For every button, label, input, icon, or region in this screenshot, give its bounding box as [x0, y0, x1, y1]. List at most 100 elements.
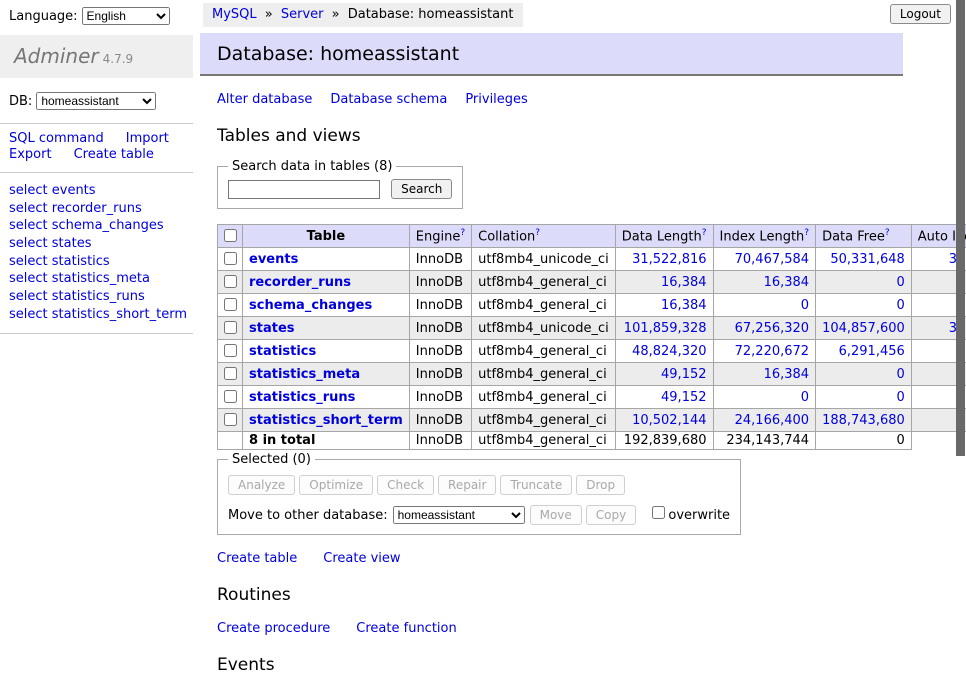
database-schema-link[interactable]: Database schema	[330, 92, 447, 107]
sidebar-action-export[interactable]: Export	[9, 147, 52, 162]
cell-engine: InnoDB	[409, 271, 471, 294]
optimize-button[interactable]: Optimize	[299, 475, 373, 495]
table-name-link-statistics[interactable]: statistics	[249, 344, 316, 359]
search-input[interactable]	[228, 180, 380, 199]
truncate-button[interactable]: Truncate	[500, 475, 572, 495]
sidebar-item-events[interactable]: select events	[9, 182, 193, 200]
cell-data-free-link[interactable]: 0	[897, 367, 905, 382]
repair-button[interactable]: Repair	[438, 475, 496, 495]
move-label: Move to other database:	[228, 508, 388, 523]
sidebar-item-statistics_short_term[interactable]: select statistics_short_term	[9, 306, 193, 324]
cell-data-length-link[interactable]: 101,859,328	[624, 321, 707, 336]
table-name-link-statistics_runs[interactable]: statistics_runs	[249, 390, 355, 405]
sidebar-item-schema_changes[interactable]: select schema_changes	[9, 217, 193, 235]
cell-data-length-link[interactable]: 49,152	[661, 367, 707, 382]
move-button[interactable]: Move	[530, 505, 582, 525]
cell-collation: utf8mb4_general_ci	[472, 363, 616, 386]
row-checkbox-statistics_short_term[interactable]	[224, 413, 237, 426]
sidebar-item-states[interactable]: select states	[9, 235, 193, 253]
table-row: schema_changesInnoDButf8mb4_general_ci16…	[218, 294, 966, 317]
overwrite-checkbox[interactable]	[652, 506, 665, 519]
cell-data-length-link[interactable]: 31,522,816	[632, 252, 706, 267]
analyze-button[interactable]: Analyze	[228, 475, 295, 495]
search-button[interactable]: Search	[391, 179, 452, 199]
table-name-link-recorder_runs[interactable]: recorder_runs	[249, 275, 351, 290]
cell-engine: InnoDB	[409, 294, 471, 317]
app-name[interactable]: Adminer	[14, 44, 99, 68]
table-name-link-statistics_meta[interactable]: statistics_meta	[249, 367, 360, 382]
table-name-link-statistics_short_term[interactable]: statistics_short_term	[249, 413, 403, 428]
cell-data-free-link[interactable]: 50,331,648	[830, 252, 904, 267]
search-fieldset: Search data in tables (8) Search	[217, 159, 463, 209]
privileges-link[interactable]: Privileges	[465, 92, 528, 107]
cell-data-length-link[interactable]: 49,152	[661, 390, 707, 405]
table-name-link-schema_changes[interactable]: schema_changes	[249, 298, 372, 313]
cell-data-free-link[interactable]: 0	[897, 390, 905, 405]
sidebar-item-statistics_meta[interactable]: select statistics_meta	[9, 270, 193, 288]
scrollbar-thumb[interactable]	[956, 0, 965, 456]
column-header-table: Table	[243, 225, 410, 248]
help-icon[interactable]: ?	[535, 228, 540, 238]
cell-data-length-link[interactable]: 48,824,320	[632, 344, 706, 359]
move-db-select[interactable]: homeassistant	[393, 506, 525, 524]
help-icon[interactable]: ?	[460, 228, 465, 238]
create-table-link[interactable]: Create table	[217, 551, 297, 566]
sidebar: Language:English Adminer4.7.9 DB:homeass…	[0, 0, 193, 334]
copy-button[interactable]: Copy	[586, 505, 636, 525]
cell-index-length-link[interactable]: 67,256,320	[735, 321, 809, 336]
create-function-link[interactable]: Create function	[356, 621, 456, 636]
row-checkbox-statistics_runs[interactable]	[224, 390, 237, 403]
breadcrumb-item-mysql[interactable]: MySQL	[212, 7, 257, 22]
overwrite-option: overwrite	[648, 508, 730, 523]
row-checkbox-events[interactable]	[224, 252, 237, 265]
cell-index-length-link[interactable]: 70,467,584	[735, 252, 809, 267]
row-checkbox-states[interactable]	[224, 321, 237, 334]
language-label: Language:	[9, 9, 78, 24]
cell-index-length-link[interactable]: 0	[801, 390, 809, 405]
cell-data-free-link[interactable]: 188,743,680	[822, 413, 905, 428]
cell-engine: InnoDB	[409, 363, 471, 386]
table-row: statistics_runsInnoDButf8mb4_general_ci4…	[218, 386, 966, 409]
table-name-link-states[interactable]: states	[249, 321, 295, 336]
breadcrumb-separator: »	[261, 7, 277, 22]
row-checkbox-statistics[interactable]	[224, 344, 237, 357]
row-checkbox-recorder_runs[interactable]	[224, 275, 237, 288]
cell-data-free-link[interactable]: 6,291,456	[839, 344, 905, 359]
sidebar-item-statistics_runs[interactable]: select statistics_runs	[9, 288, 193, 306]
table-name-link-events[interactable]: events	[249, 252, 298, 267]
row-checkbox-schema_changes[interactable]	[224, 298, 237, 311]
help-icon[interactable]: ?	[885, 228, 890, 238]
create-procedure-link[interactable]: Create procedure	[217, 621, 330, 636]
cell-index-length-link[interactable]: 16,384	[764, 367, 810, 382]
check-button[interactable]: Check	[377, 475, 434, 495]
cell-data-free-link[interactable]: 0	[897, 275, 905, 290]
breadcrumb-item-server[interactable]: Server	[281, 7, 324, 22]
select-all-checkbox[interactable]	[224, 229, 237, 242]
help-icon[interactable]: ?	[702, 228, 707, 238]
sidebar-action-create-table[interactable]: Create table	[74, 147, 154, 162]
cell-index-length-link[interactable]: 72,220,672	[735, 344, 809, 359]
column-header-index-length: Index Length?	[713, 225, 816, 248]
sidebar-item-statistics[interactable]: select statistics	[9, 253, 193, 271]
cell-data-free-link[interactable]: 0	[897, 298, 905, 313]
alter-database-link[interactable]: Alter database	[217, 92, 312, 107]
total-engine: InnoDB	[409, 432, 471, 450]
cell-index-length-link[interactable]: 0	[801, 298, 809, 313]
cell-data-length-link[interactable]: 16,384	[661, 275, 707, 290]
help-icon[interactable]: ?	[804, 228, 809, 238]
row-checkbox-statistics_meta[interactable]	[224, 367, 237, 380]
app-logo: Adminer4.7.9	[0, 35, 193, 78]
cell-data-length-link[interactable]: 10,502,144	[632, 413, 706, 428]
vertical-scrollbar[interactable]	[956, 0, 965, 543]
db-select[interactable]: homeassistant	[36, 92, 156, 110]
sidebar-action-sql-command[interactable]: SQL command	[9, 131, 104, 146]
cell-data-free-link[interactable]: 104,857,600	[822, 321, 905, 336]
language-select[interactable]: English	[82, 7, 170, 25]
cell-index-length-link[interactable]: 24,166,400	[735, 413, 809, 428]
cell-data-length-link[interactable]: 16,384	[661, 298, 707, 313]
cell-index-length-link[interactable]: 16,384	[764, 275, 810, 290]
create-view-link[interactable]: Create view	[323, 551, 400, 566]
sidebar-action-import[interactable]: Import	[126, 131, 169, 146]
drop-button[interactable]: Drop	[576, 475, 625, 495]
sidebar-item-recorder_runs[interactable]: select recorder_runs	[9, 200, 193, 218]
